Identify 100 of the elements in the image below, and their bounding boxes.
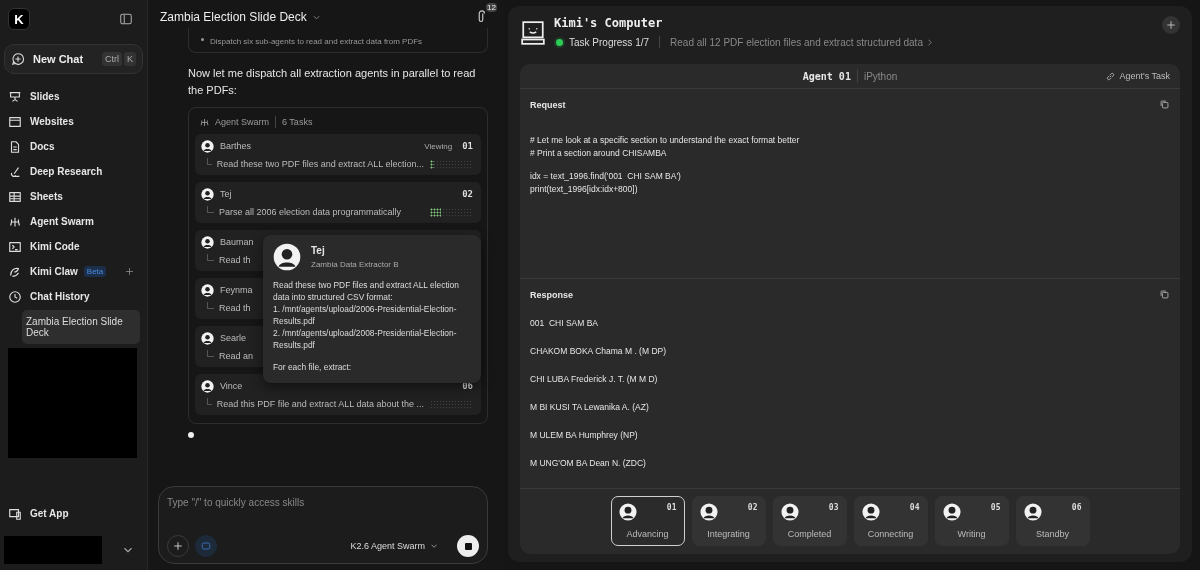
- task-counter: Task Progress 1/7: [569, 36, 650, 48]
- task-row[interactable]: Tej 02 Parse all 2006 election data programmatically: [195, 182, 481, 223]
- input-field[interactable]: Type "/" to quickly access skills: [167, 495, 479, 510]
- agent-card[interactable]: 05 Writing: [934, 496, 1009, 546]
- section-label: Response: [530, 289, 573, 300]
- get-app-link[interactable]: Get App: [4, 501, 143, 526]
- message-text: Now let me dispatch all extraction agents in parallel to read the PDFs:: [188, 66, 477, 98]
- task-row[interactable]: Barthes Viewing 01 Read these two PDF files and extract ALL election...: [195, 134, 481, 175]
- task-number: 01: [462, 141, 473, 151]
- typing-dot-icon: [188, 432, 194, 438]
- agent-card[interactable]: 02 Integrating: [691, 496, 766, 546]
- section-label: Request: [530, 99, 566, 110]
- agent-status: Standby: [1035, 529, 1070, 539]
- sidebar-item[interactable]: Kimi Claw: [4, 259, 82, 284]
- agent-status: Completed: [786, 529, 833, 539]
- avatar-icon: [861, 503, 880, 521]
- shortcut-key: K: [124, 52, 136, 66]
- output-line: 001 CHI SAM BA: [530, 318, 600, 328]
- task-number: 02: [462, 189, 473, 199]
- bullet-icon: [201, 37, 204, 41]
- chat-title[interactable]: Zambia Election Slide Deck: [160, 10, 307, 24]
- copy-icon[interactable]: [1159, 289, 1170, 300]
- avatar-icon: [273, 243, 301, 271]
- clock-icon: [8, 289, 22, 304]
- tooltip-name: Tej: [311, 245, 326, 256]
- task-description: Read these two PDF files and extract ALL election...: [216, 159, 424, 169]
- avatar-icon: [201, 283, 214, 297]
- code-line: # Print a section around CHISAMBA: [530, 148, 668, 158]
- code-line: idx = text_1996.find('001 CHI SAM BA'): [530, 171, 682, 181]
- agent-number: 06: [1071, 503, 1082, 512]
- tooltip-text: Read these two PDF files and extract ALL election data into structured CSV format:: [273, 279, 460, 303]
- avatar-icon: [699, 503, 718, 521]
- stop-button[interactable]: [457, 535, 479, 557]
- agent-number: 02: [747, 503, 758, 512]
- agents-task-link[interactable]: Agent's Task: [1105, 70, 1170, 82]
- agent-status: Integrating: [706, 529, 751, 539]
- expand-button[interactable]: [1162, 16, 1180, 34]
- avatar-icon: [201, 379, 214, 393]
- history-item[interactable]: Zambia Election Slide Deck: [22, 310, 140, 344]
- copy-icon[interactable]: [1159, 99, 1170, 110]
- sidebar-item[interactable]: Sheets: [4, 184, 67, 209]
- agent-card[interactable]: 03 Completed: [772, 496, 847, 546]
- sidebar-item[interactable]: Slides: [4, 84, 64, 109]
- agent-name: Barthes: [220, 141, 252, 151]
- new-chat-button[interactable]: New Chat Ctrl K: [4, 44, 143, 74]
- tooltip-role: Zambia Data Extractor B: [311, 260, 399, 269]
- plus-icon: [1166, 20, 1176, 30]
- chat-plus-icon: [11, 52, 25, 66]
- task-description: Read th: [219, 303, 251, 313]
- agent-status: Advancing: [625, 529, 670, 539]
- output-line: M BI KUSI TA Lewanika A. (AZ): [530, 402, 650, 412]
- agent-number: 04: [909, 503, 920, 512]
- agent-number: 03: [828, 503, 839, 512]
- agent-card[interactable]: 01 Advancing: [610, 496, 685, 546]
- table-icon: [8, 189, 22, 204]
- output-line: CHI LUBA Frederick J. T. (M M D): [530, 374, 659, 384]
- agent-name: Bauman: [220, 237, 254, 247]
- plus-icon: [172, 540, 184, 552]
- avatar-icon: [1023, 503, 1042, 521]
- agent-card[interactable]: 04 Connecting: [853, 496, 928, 546]
- tooltip-text: 1. /mnt/agents/upload/2006-Presidential-Election-Results.pdf: [273, 303, 458, 327]
- agent-status: Connecting: [866, 529, 915, 539]
- output-line: M UNG'OM BA Dean N. (ZDC): [530, 458, 647, 468]
- model-selector[interactable]: K2.6 Agent Swarm: [344, 540, 445, 552]
- swarm-title: Agent Swarm: [215, 117, 270, 127]
- sidebar-item[interactable]: Kimi Code: [4, 234, 84, 259]
- devices-icon: [8, 506, 22, 521]
- task-count: 6 Tasks: [282, 117, 313, 127]
- agent-name: Searle: [220, 333, 246, 343]
- task-description: Read this PDF file and extract ALL data about the ...: [216, 399, 424, 409]
- agent-status: Writing: [956, 529, 987, 539]
- status-icon: [554, 36, 565, 48]
- agent-card[interactable]: 06 Standby: [1015, 496, 1090, 546]
- document-icon: [8, 139, 22, 154]
- code-line: print(text_1996[idx:idx+800]): [530, 184, 639, 194]
- agent-name: Tej: [220, 189, 232, 199]
- tool-label: iPython: [863, 70, 898, 82]
- tooltip-text: For each file, extract:: [273, 361, 353, 373]
- sidebar-toggle-icon[interactable]: [119, 12, 133, 26]
- sidebar-item[interactable]: Docs: [4, 134, 59, 159]
- avatar-icon: [201, 187, 214, 201]
- presentation-icon: [8, 89, 22, 104]
- current-task-link[interactable]: Read all 12 PDF election files and extract structured data: [670, 36, 934, 48]
- chat-history-item[interactable]: Chat History: [4, 284, 143, 309]
- avatar-icon: [201, 331, 214, 345]
- panel-title: Kimi's Computer: [554, 16, 664, 30]
- agent-name: Feynma: [220, 285, 253, 295]
- task-description: Parse all 2006 election data programmatically: [219, 207, 402, 217]
- add-icon[interactable]: [124, 266, 135, 277]
- sidebar-item[interactable]: Deep Research: [4, 159, 107, 184]
- computer-icon: [520, 20, 546, 46]
- agent-number: 01: [666, 503, 677, 512]
- shortcut-key: Ctrl: [102, 52, 122, 66]
- task-description: Read th: [219, 255, 251, 265]
- logo-icon[interactable]: K: [8, 8, 30, 30]
- attachment-count: 12: [486, 3, 497, 12]
- beta-badge: Beta: [83, 266, 107, 277]
- terminal-icon: [8, 239, 22, 254]
- sidebar-item[interactable]: Agent Swarm: [4, 209, 98, 234]
- sidebar-item[interactable]: Websites: [4, 109, 78, 134]
